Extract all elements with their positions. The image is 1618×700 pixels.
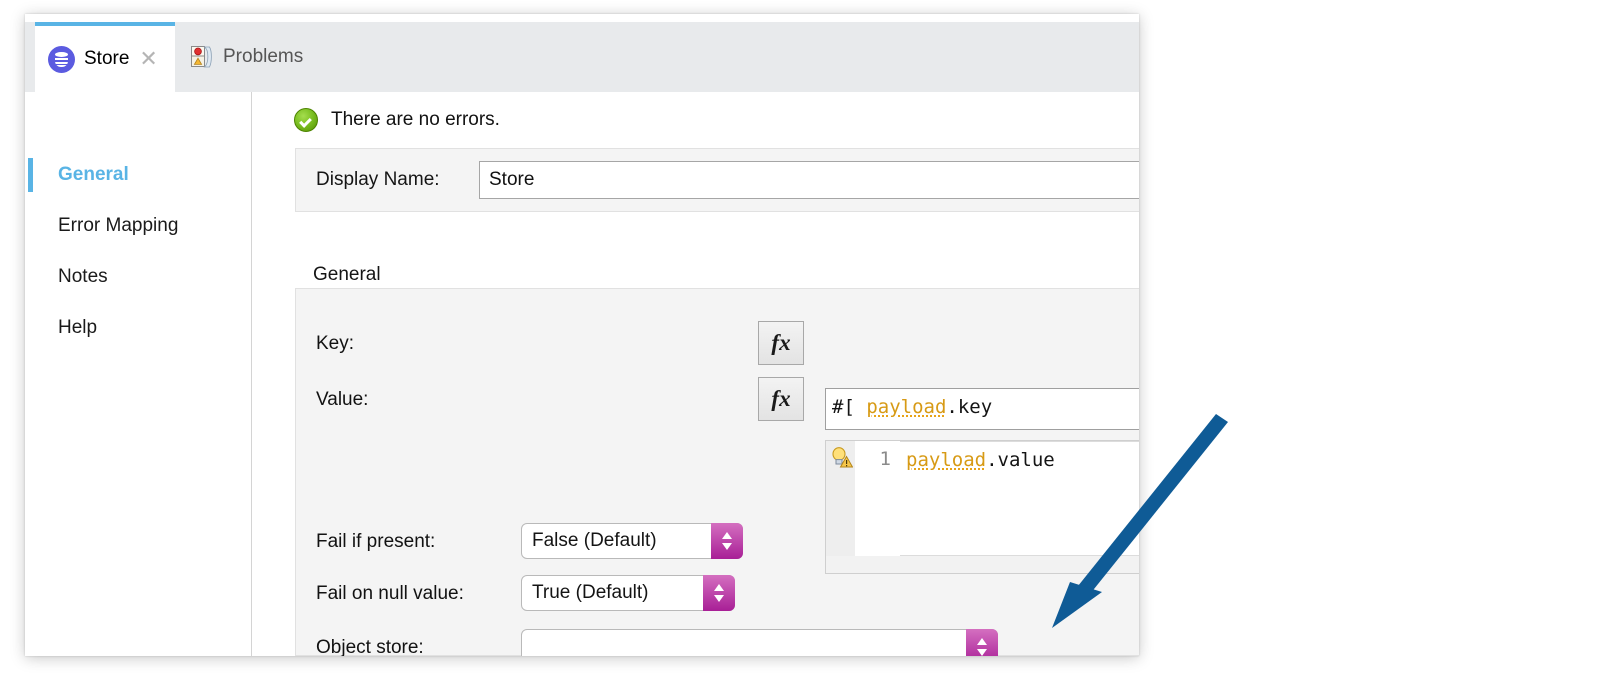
key-expr-suffix: .key — [946, 396, 992, 418]
value-code-suffix: .value — [986, 449, 1055, 471]
key-fx-button[interactable]: fx — [758, 321, 804, 365]
plugin-properties-window: Store ✕ Problems General Error Mapping — [25, 14, 1139, 656]
fail-on-null-value-select[interactable]: True (Default) — [521, 575, 735, 611]
validation-status-bar: There are no errors. — [252, 92, 1139, 148]
tab-store-label: Store — [84, 48, 129, 70]
sidebar-item-label: Notes — [25, 266, 108, 288]
sidebar-item-general[interactable]: General — [25, 158, 251, 192]
stepper-arrows-icon[interactable] — [703, 575, 735, 611]
close-icon[interactable]: ✕ — [139, 48, 157, 70]
fail-on-null-value-value: True (Default) — [532, 582, 649, 604]
object-store-icon — [48, 46, 75, 73]
stepper-arrows-icon[interactable] — [711, 523, 743, 559]
value-editor-code[interactable]: payload.value — [900, 441, 1139, 556]
key-expr-prefix: #[ — [832, 396, 866, 418]
key-expression-text: #[ payload.key — [832, 396, 992, 418]
sidebar-item-error-mapping[interactable]: Error Mapping — [25, 209, 251, 243]
general-group-title: General — [313, 264, 381, 286]
value-code-token: payload — [906, 449, 986, 471]
object-store-label: Object store: — [316, 637, 424, 656]
value-editor-line-number: 1 — [855, 441, 900, 556]
sidebar-item-label: Error Mapping — [25, 215, 178, 237]
fail-on-null-value-label: Fail on null value: — [316, 583, 464, 605]
object-store-select[interactable] — [521, 629, 998, 656]
value-label: Value: — [316, 389, 368, 411]
key-fx-label: fx — [771, 330, 790, 356]
tab-store[interactable]: Store ✕ — [35, 22, 175, 92]
value-fx-button[interactable]: fx — [758, 377, 804, 421]
value-fx-label: fx — [771, 386, 790, 412]
display-name-group: Display Name: — [295, 148, 1139, 212]
display-name-input[interactable] — [479, 161, 1139, 199]
tab-bar: Store ✕ Problems — [25, 22, 1139, 92]
fail-if-present-label: Fail if present: — [316, 531, 435, 553]
settings-sidebar: General Error Mapping Notes Help — [25, 92, 252, 656]
stepper-arrows-icon[interactable] — [966, 629, 998, 656]
sidebar-item-label: General — [25, 164, 129, 186]
success-check-icon — [294, 108, 318, 132]
sidebar-item-notes[interactable]: Notes — [25, 260, 251, 294]
window-top-strip — [25, 14, 1139, 22]
fail-if-present-select[interactable]: False (Default) — [521, 523, 743, 559]
display-name-label: Display Name: — [316, 169, 440, 191]
status-message: There are no errors. — [331, 109, 500, 131]
sidebar-item-help[interactable]: Help — [25, 311, 251, 345]
key-expr-token: payload — [866, 396, 946, 418]
sidebar-item-label: Help — [25, 317, 97, 339]
key-label: Key: — [316, 333, 354, 355]
key-expression-input[interactable]: #[ payload.key ] — [825, 388, 1139, 430]
tab-problems[interactable]: Problems — [177, 22, 352, 92]
fail-if-present-value: False (Default) — [532, 530, 657, 552]
settings-content-pane: There are no errors. Display Name: Gener… — [252, 92, 1139, 656]
lightbulb-warning-icon[interactable] — [831, 447, 853, 468]
problems-panel-icon — [191, 46, 212, 68]
tab-problems-label: Problems — [223, 46, 303, 68]
